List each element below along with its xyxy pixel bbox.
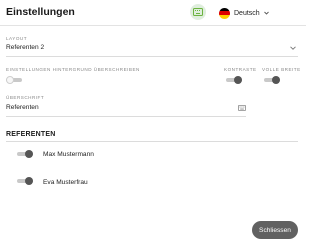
section-divider <box>6 141 298 142</box>
full-width-toggle[interactable] <box>264 76 280 84</box>
language-selector[interactable]: Deutsch <box>219 7 269 19</box>
layout-underline <box>6 56 298 57</box>
contrast-label: Kontraste <box>224 67 257 72</box>
speaker-name: Eva Musterfrau <box>43 179 88 186</box>
layout-label: Layout <box>6 36 28 41</box>
layout-select-value[interactable]: Referenten 2 <box>6 44 44 51</box>
language-label: Deutsch <box>234 9 260 17</box>
heading-label: Überschrift <box>6 95 45 100</box>
contrast-toggle[interactable] <box>226 76 242 84</box>
heading-input[interactable]: Referenten <box>6 104 39 111</box>
chevron-down-icon[interactable] <box>290 46 296 50</box>
keyboard-button[interactable] <box>190 4 206 20</box>
page-title: Einstellungen <box>6 6 75 18</box>
german-flag-icon <box>219 7 230 19</box>
speaker-name: Max Mustermann <box>43 151 94 158</box>
override-background-label: Einstellungen Hintergrund überschreiben <box>6 67 140 72</box>
keyboard-icon <box>193 8 203 16</box>
speaker-toggle-max[interactable] <box>17 150 33 158</box>
override-background-toggle[interactable] <box>6 76 22 84</box>
close-button[interactable]: Schliessen <box>252 221 298 239</box>
settings-header: Einstellungen Deutsch <box>0 0 306 26</box>
full-width-label: Volle Breite <box>262 67 301 72</box>
heading-underline <box>6 116 246 117</box>
keyboard-icon[interactable] <box>238 105 246 111</box>
speaker-toggle-eva[interactable] <box>17 177 33 185</box>
speakers-section-title: REFERENTEN <box>6 131 56 138</box>
chevron-down-icon <box>263 11 269 15</box>
